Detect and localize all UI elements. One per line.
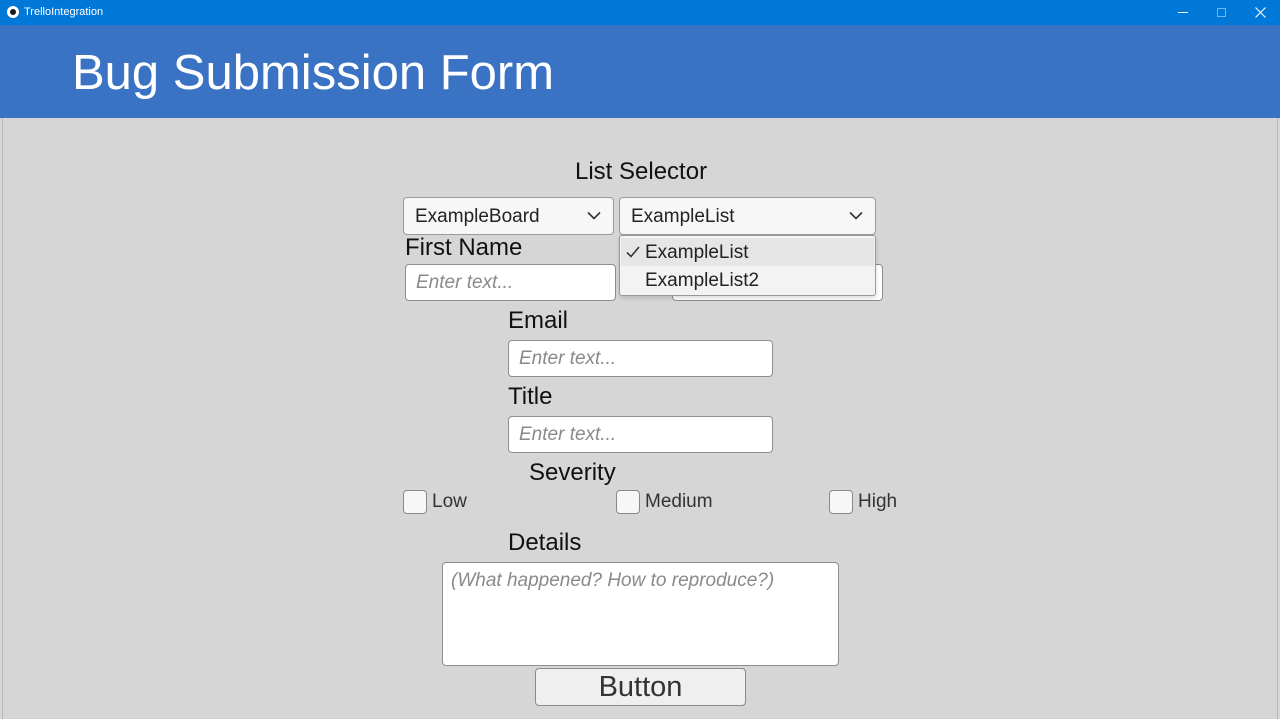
first-name-placeholder: Enter text... bbox=[416, 272, 514, 293]
first-name-input[interactable]: Enter text... bbox=[405, 264, 616, 301]
dropdown-option-label: ExampleList2 bbox=[645, 270, 760, 291]
dropdown-option-examplelist[interactable]: ExampleList bbox=[621, 238, 874, 266]
page-title: Bug Submission Form bbox=[72, 46, 555, 100]
details-textarea[interactable]: (What happened? How to reproduce?) bbox=[442, 562, 839, 666]
submit-button[interactable]: Button bbox=[535, 668, 746, 706]
dropdown-option-label: ExampleList bbox=[645, 242, 749, 263]
severity-low-label: Low bbox=[432, 491, 467, 512]
severity-high-label: High bbox=[858, 491, 898, 512]
first-name-label: First Name bbox=[405, 234, 523, 261]
chevron-down-icon bbox=[849, 211, 863, 220]
window-title: TrelloIntegration bbox=[24, 6, 104, 18]
maximize-icon bbox=[1216, 8, 1226, 17]
details-label: Details bbox=[508, 529, 582, 556]
email-input[interactable]: Enter text... bbox=[508, 340, 773, 377]
list-selector-label: List Selector bbox=[575, 158, 708, 185]
title-label: Title bbox=[508, 383, 553, 410]
severity-label: Severity bbox=[529, 459, 616, 486]
severity-low-checkbox[interactable] bbox=[403, 490, 427, 514]
board-select[interactable]: ExampleBoard bbox=[403, 197, 614, 235]
list-dropdown-menu: ExampleList ExampleList2 bbox=[619, 235, 876, 296]
title-input[interactable]: Enter text... bbox=[508, 416, 773, 453]
minimize-icon bbox=[1178, 12, 1188, 13]
severity-medium-label: Medium bbox=[645, 491, 713, 512]
form-header: Bug Submission Form bbox=[0, 25, 1280, 118]
severity-high-checkbox[interactable] bbox=[829, 490, 853, 514]
board-select-value: ExampleBoard bbox=[415, 206, 540, 227]
email-label: Email bbox=[508, 307, 569, 334]
list-select[interactable]: ExampleList bbox=[619, 197, 876, 235]
details-placeholder: (What happened? How to reproduce?) bbox=[451, 570, 775, 591]
close-button[interactable] bbox=[1237, 0, 1280, 25]
title-placeholder: Enter text... bbox=[519, 424, 617, 445]
list-select-value: ExampleList bbox=[631, 206, 735, 227]
severity-medium-checkbox[interactable] bbox=[616, 490, 640, 514]
app-icon bbox=[7, 6, 19, 18]
checkmark-icon bbox=[626, 246, 640, 258]
chevron-down-icon bbox=[587, 211, 601, 220]
window-titlebar: TrelloIntegration bbox=[0, 0, 1280, 25]
email-placeholder: Enter text... bbox=[519, 348, 617, 369]
close-icon bbox=[1254, 7, 1266, 18]
dropdown-option-examplelist2[interactable]: ExampleList2 bbox=[621, 266, 874, 294]
